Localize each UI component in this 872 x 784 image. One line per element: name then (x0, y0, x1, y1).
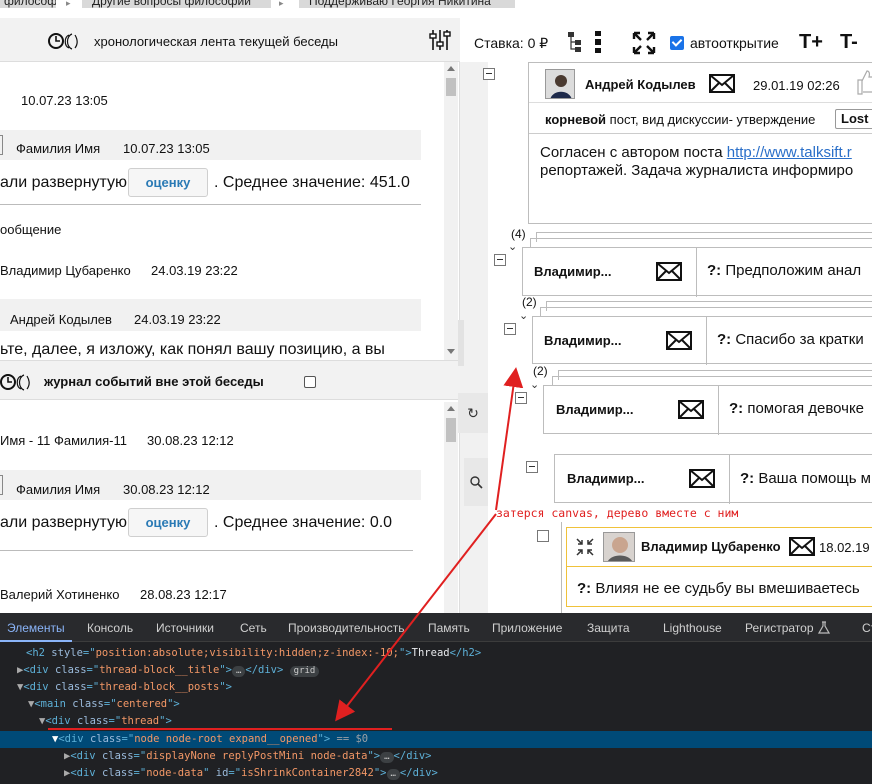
screenshot-root: философии ▸ Другие вопросы философии ▸ П… (0, 0, 872, 784)
annotation-arrows (335, 367, 524, 722)
annotation-arrow-up (495, 367, 524, 511)
annotation-arrow-down (335, 513, 497, 722)
